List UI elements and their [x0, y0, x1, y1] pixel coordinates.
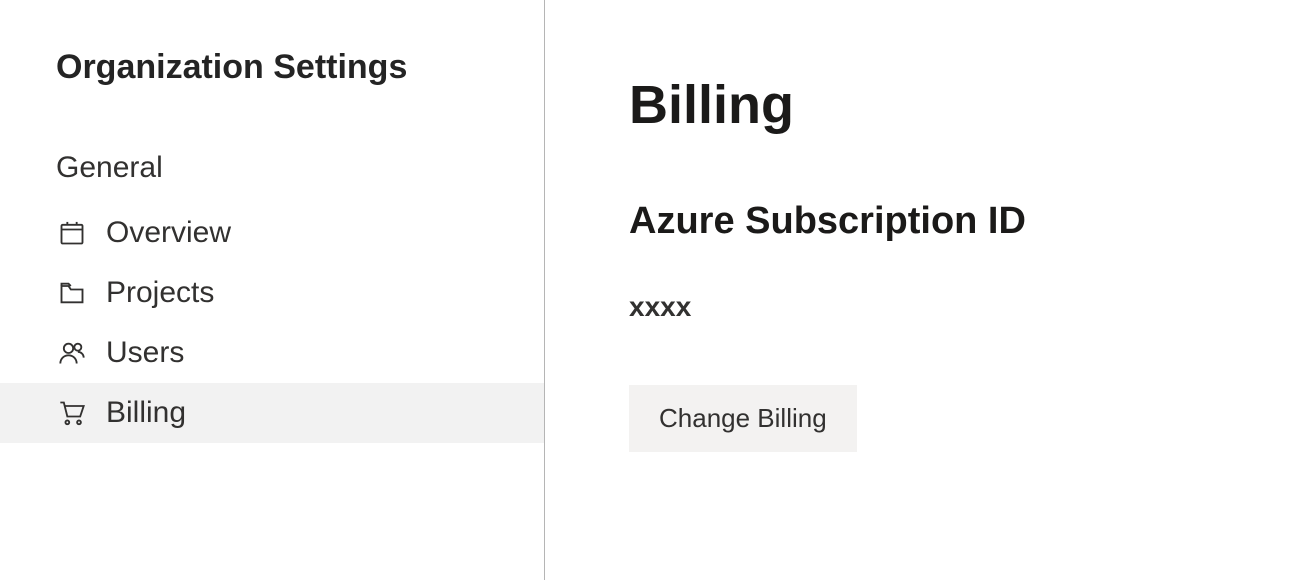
billing-icon — [56, 397, 88, 429]
sidebar-item-users[interactable]: Users — [0, 323, 544, 383]
sidebar-item-billing[interactable]: Billing — [0, 383, 544, 443]
sidebar-item-label: Projects — [106, 278, 214, 308]
sidebar-item-overview[interactable]: Overview — [0, 203, 544, 263]
sidebar-title: Organization Settings — [0, 48, 544, 99]
sidebar-item-label: Users — [106, 338, 184, 368]
users-icon — [56, 337, 88, 369]
page-title: Billing — [629, 74, 1303, 136]
sidebar: Organization Settings General Overview P… — [0, 0, 545, 580]
main-content: Billing Azure Subscription ID xxxx Chang… — [545, 0, 1303, 580]
projects-icon — [56, 277, 88, 309]
overview-icon — [56, 217, 88, 249]
sidebar-section-general: General — [0, 99, 544, 203]
change-billing-button[interactable]: Change Billing — [629, 385, 857, 452]
sidebar-item-projects[interactable]: Projects — [0, 263, 544, 323]
subscription-id-label: Azure Subscription ID — [629, 200, 1303, 243]
sidebar-item-label: Overview — [106, 218, 231, 248]
sidebar-item-label: Billing — [106, 398, 186, 428]
subscription-id-value: xxxx — [629, 291, 1303, 323]
